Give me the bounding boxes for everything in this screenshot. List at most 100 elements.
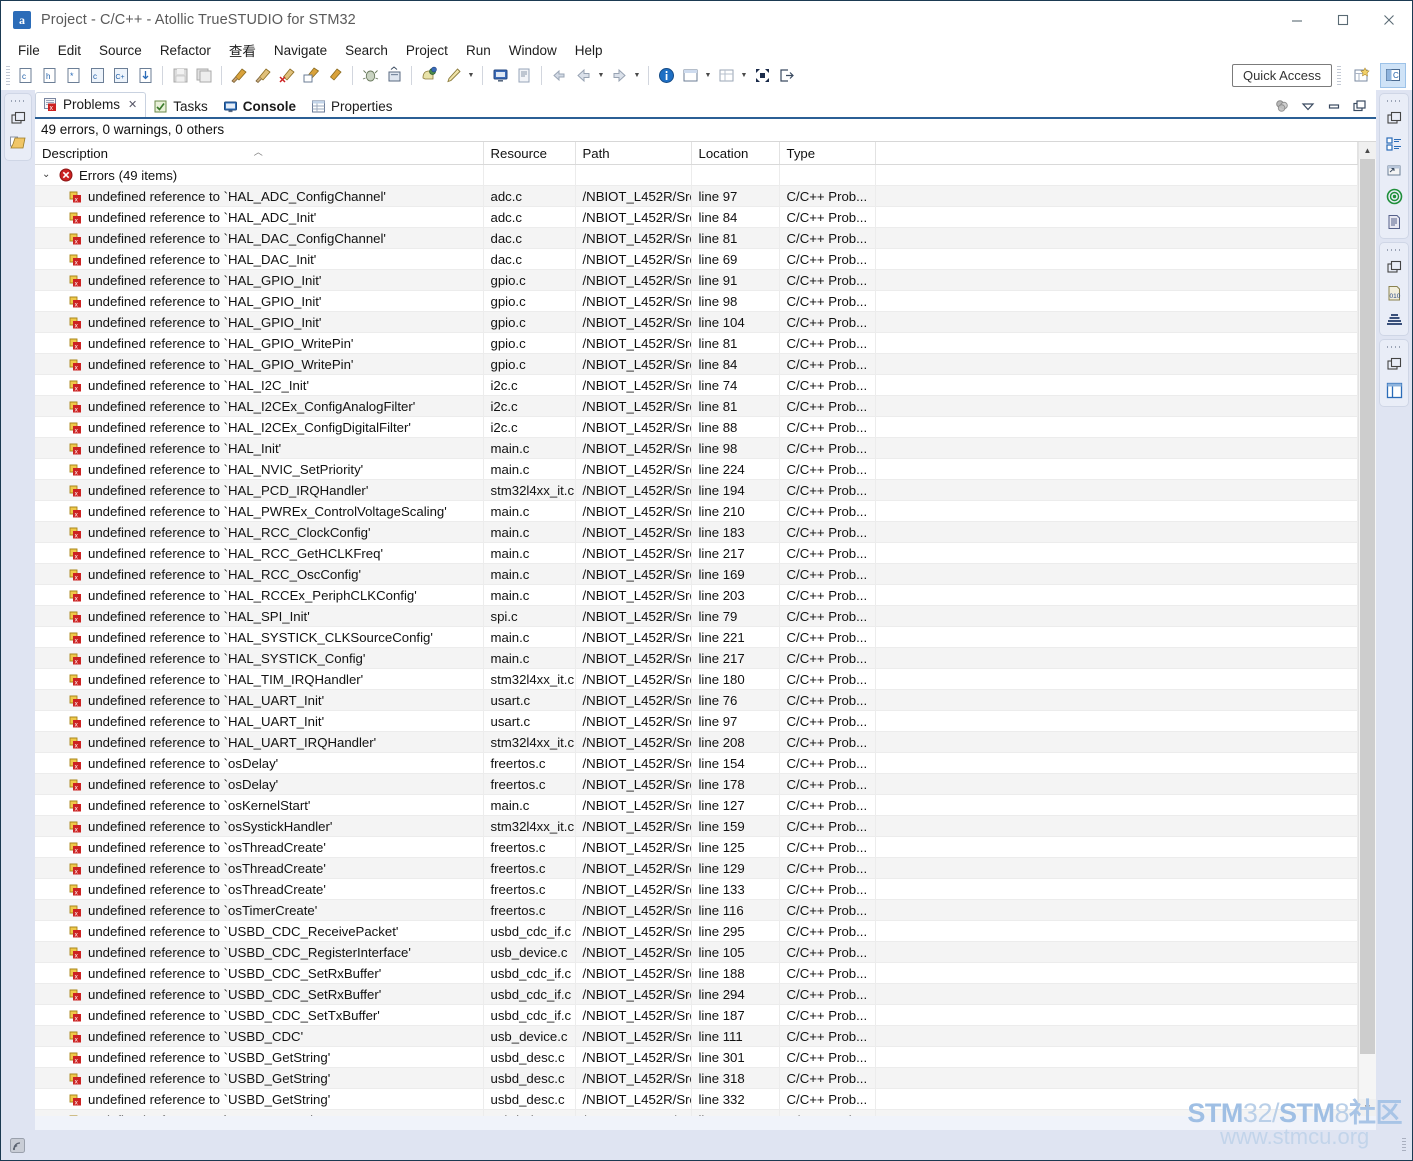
table-row[interactable]: x undefined reference to `USBD_GetString'… <box>35 1046 1358 1068</box>
cell-description[interactable]: x undefined reference to `osThreadCreate' <box>35 857 484 879</box>
run-ext-icon[interactable] <box>383 65 405 87</box>
table-group-row[interactable]: ⌄ Errors (49 items) <box>35 164 1358 186</box>
chevron-down-icon[interactable]: ⌄ <box>42 170 54 180</box>
info-icon[interactable] <box>655 65 677 87</box>
back-icon[interactable] <box>572 65 594 87</box>
tab-tasks[interactable]: Tasks <box>146 96 216 117</box>
menu-project[interactable]: Project <box>397 41 457 60</box>
table-row[interactable]: x undefined reference to `HAL_RCC_OscConf… <box>35 563 1358 585</box>
minimize-view-icon[interactable] <box>1326 98 1342 114</box>
cell-description[interactable]: x undefined reference to `HAL_TIM_IRQHand… <box>35 668 484 690</box>
table-row[interactable]: x undefined reference to `HAL_I2CEx_Confi… <box>35 395 1358 417</box>
drag-handle[interactable] <box>1387 98 1401 104</box>
build-configs-icon[interactable] <box>300 65 322 87</box>
cell-description[interactable]: x undefined reference to `USBD_CDC_SetRxB… <box>35 962 484 984</box>
cell-description[interactable]: x undefined reference to `HAL_DAC_ConfigC… <box>35 227 484 249</box>
cell-description[interactable]: x undefined reference to `HAL_RCC_GetHCLK… <box>35 542 484 564</box>
table-row[interactable]: x undefined reference to `USBD_GetString'… <box>35 1088 1358 1110</box>
table-row[interactable]: x undefined reference to `HAL_UART_Init' u… <box>35 689 1358 711</box>
table-row[interactable]: x undefined reference to `USBD_CDC_SetRxB… <box>35 983 1358 1005</box>
cell-description[interactable]: x undefined reference to `osDelay' <box>35 773 484 795</box>
new-c-file-icon[interactable]: c <box>14 65 36 87</box>
table-row[interactable]: x undefined reference to `HAL_PCD_IRQHand… <box>35 479 1358 501</box>
drag-handle[interactable] <box>1387 344 1401 350</box>
table-row[interactable]: x undefined reference to `osTimerCreate' f… <box>35 899 1358 921</box>
chevron-down-icon[interactable]: ▼ <box>595 65 607 87</box>
table-row[interactable]: x undefined reference to `HAL_GPIO_WriteP… <box>35 332 1358 354</box>
chevron-down-icon[interactable]: ▼ <box>702 65 714 87</box>
table-row[interactable]: x undefined reference to `USBD_CDC_Regist… <box>35 941 1358 963</box>
table-row[interactable]: x undefined reference to `osSystickHandle… <box>35 815 1358 837</box>
close-icon[interactable]: ✕ <box>128 98 137 111</box>
back-history-icon[interactable] <box>548 65 570 87</box>
table-row[interactable]: x undefined reference to `HAL_SPI_Init' sp… <box>35 605 1358 627</box>
save-all-icon[interactable] <box>193 65 215 87</box>
table-row[interactable]: x undefined reference to `HAL_RCCEx_Perip… <box>35 584 1358 606</box>
table-row[interactable]: x undefined reference to `HAL_SYSTICK_Con… <box>35 647 1358 669</box>
maximize-view-icon[interactable] <box>1352 98 1368 114</box>
column-header-description[interactable]: ︿ Description <box>35 142 484 165</box>
cpp-perspective-icon[interactable]: C <box>1380 63 1406 88</box>
cell-description[interactable]: x undefined reference to `USBD_CDC_Receiv… <box>35 920 484 942</box>
menu-navigate[interactable]: Navigate <box>265 41 336 60</box>
maximize-icon[interactable] <box>1320 1 1366 39</box>
drag-handle[interactable] <box>11 98 25 104</box>
new-c-project-icon[interactable]: c <box>86 65 108 87</box>
status-resize-grip[interactable] <box>1402 1138 1406 1152</box>
table-row[interactable]: x undefined reference to `HAL_GPIO_Init' g… <box>35 311 1358 333</box>
tab-properties[interactable]: Properties <box>304 96 401 117</box>
table-row[interactable]: x undefined reference to `HAL_DAC_Init' da… <box>35 248 1358 270</box>
cell-description[interactable]: x undefined reference to `HAL_RCC_OscConf… <box>35 563 484 585</box>
restore-view-icon[interactable] <box>1381 352 1407 376</box>
menu-run[interactable]: Run <box>457 41 500 60</box>
table-row[interactable]: x undefined reference to `osThreadCreate'… <box>35 878 1358 900</box>
import-icon[interactable] <box>134 65 156 87</box>
menu-window[interactable]: Window <box>500 41 566 60</box>
cell-description[interactable]: x undefined reference to `HAL_NVIC_SetPri… <box>35 458 484 480</box>
disassembly-icon[interactable]: 010 <box>1381 281 1407 305</box>
table-row[interactable]: x undefined reference to `HAL_GPIO_Init' g… <box>35 269 1358 291</box>
restore-view-icon[interactable] <box>1381 255 1407 279</box>
menu-source[interactable]: Source <box>90 41 151 60</box>
column-header-location[interactable]: Location <box>691 142 780 165</box>
menu-help[interactable]: Help <box>566 41 612 60</box>
scrollbar-track[interactable] <box>1359 159 1376 1099</box>
column-header-resource[interactable]: Resource <box>483 142 576 165</box>
table-row[interactable]: x undefined reference to `USBD_CDC_SetTxB… <box>35 1004 1358 1026</box>
table-row[interactable]: x undefined reference to `HAL_ADC_ConfigC… <box>35 185 1358 207</box>
document-view-icon[interactable] <box>1381 210 1407 234</box>
cell-description[interactable]: x undefined reference to `HAL_GPIO_Init' <box>35 269 484 291</box>
external-tools-icon[interactable] <box>442 65 464 87</box>
table-row[interactable]: x undefined reference to `osThreadCreate'… <box>35 857 1358 879</box>
target-view-icon[interactable] <box>1381 184 1407 208</box>
rebuild-icon[interactable] <box>324 65 346 87</box>
quick-access-input[interactable]: Quick Access <box>1231 64 1332 87</box>
scroll-up-icon[interactable]: ▲ <box>1359 142 1376 159</box>
signal-icon[interactable] <box>7 1135 27 1155</box>
cell-description[interactable]: x undefined reference to `HAL_I2C_Init' <box>35 374 484 396</box>
column-header-type[interactable]: Type <box>779 142 876 165</box>
cell-description[interactable]: x undefined reference to `HAL_GPIO_WriteP… <box>35 332 484 354</box>
menu-file[interactable]: File <box>9 41 49 60</box>
new-file-icon[interactable]: * <box>62 65 84 87</box>
cell-description[interactable]: x undefined reference to `USBD_CDC_SetRxB… <box>35 983 484 1005</box>
table-row[interactable]: x undefined reference to `HAL_RCC_GetHCLK… <box>35 542 1358 564</box>
cell-description[interactable]: x undefined reference to `HAL_UART_Init' <box>35 689 484 711</box>
perspective-grip[interactable] <box>1337 65 1341 86</box>
cell-description[interactable]: x undefined reference to `USBD_GetString' <box>35 1088 484 1110</box>
cell-description[interactable]: x undefined reference to `HAL_GPIO_Init' <box>35 290 484 312</box>
cell-description[interactable]: x undefined reference to `HAL_PCD_IRQHand… <box>35 479 484 501</box>
table-row[interactable]: x undefined reference to `HAL_Init' main.c… <box>35 437 1358 459</box>
new-cpp-project-icon[interactable]: C+ <box>110 65 132 87</box>
cell-description[interactable]: x undefined reference to `osKernelStart' <box>35 794 484 816</box>
filters-icon[interactable] <box>1274 98 1290 114</box>
menu-search[interactable]: Search <box>336 41 397 60</box>
forward-icon[interactable] <box>608 65 630 87</box>
table-row[interactable]: x undefined reference to `HAL_UART_Init' u… <box>35 710 1358 732</box>
menu-view[interactable]: 查看 <box>220 38 265 62</box>
close-icon[interactable] <box>1366 1 1412 39</box>
chevron-down-icon[interactable]: ▼ <box>631 65 643 87</box>
cell-description[interactable]: x undefined reference to `HAL_ADC_ConfigC… <box>35 185 484 207</box>
cell-description[interactable]: x undefined reference to `HAL_I2CEx_Confi… <box>35 416 484 438</box>
cell-description[interactable]: x undefined reference to `HAL_SYSTICK_Con… <box>35 647 484 669</box>
